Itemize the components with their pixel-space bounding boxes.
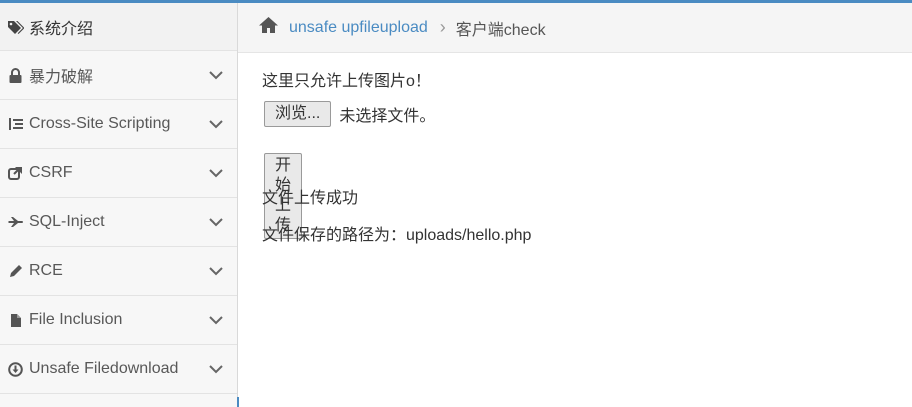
lock-icon <box>7 67 24 83</box>
home-icon[interactable] <box>258 16 279 39</box>
sidebar-item-label: CSRF <box>29 164 73 181</box>
sidebar-item-label: 暴力破解 <box>29 69 94 86</box>
file-input[interactable]: 浏览... 未选择文件。 <box>264 101 435 127</box>
chevron-down-icon[interactable] <box>209 215 223 229</box>
chevron-down-icon[interactable] <box>209 264 223 278</box>
upload-notice: 这里只允许上传图片o！ <box>262 73 431 90</box>
download-circle-icon <box>7 361 24 377</box>
sidebar-item-rce[interactable]: RCE <box>0 247 237 296</box>
breadcrumb-current: 客户端check <box>455 21 546 39</box>
share-external-icon <box>7 166 24 180</box>
sidebar-item-csrf[interactable]: CSRF <box>0 149 237 198</box>
chevron-down-icon[interactable] <box>209 68 223 82</box>
list-tree-icon <box>7 117 24 131</box>
sidebar-item-sql-inject[interactable]: SQL-Inject <box>0 198 237 247</box>
sidebar-item-label: RCE <box>29 262 63 279</box>
chevron-down-icon[interactable] <box>209 313 223 327</box>
browse-button[interactable]: 浏览... <box>264 101 332 127</box>
chevron-down-icon[interactable] <box>209 117 223 131</box>
chevron-down-icon[interactable] <box>209 362 223 376</box>
sidebar-item-brute-force[interactable]: 暴力破解 <box>0 51 237 100</box>
plane-icon <box>7 216 24 228</box>
breadcrumb: unsafe upfileupload › 客户端check <box>238 3 912 53</box>
tags-icon <box>7 20 24 34</box>
pencil-icon <box>7 264 24 278</box>
sidebar-active-accent <box>237 397 239 407</box>
sidebar-item-label: 系统介绍 <box>29 20 94 38</box>
breadcrumb-separator: › <box>439 17 446 37</box>
breadcrumb-section-link[interactable]: unsafe upfileupload <box>289 19 428 37</box>
saved-path-text: 文件保存的路径为：uploads/hello.php <box>262 227 532 244</box>
sidebar-item-label: Unsafe Filedownload <box>29 360 179 377</box>
file-status-text: 未选择文件。 <box>339 108 436 125</box>
upload-result-text: 文件上传成功 <box>262 190 359 207</box>
sidebar: 系统介绍 暴力破解 Cross-Site Scripting CSRF SQL-… <box>0 3 238 407</box>
sidebar-item-label: SQL-Inject <box>29 213 105 230</box>
sidebar-item-intro[interactable]: 系统介绍 <box>0 3 237 51</box>
sidebar-item-file-inclusion[interactable]: File Inclusion <box>0 296 237 345</box>
sidebar-item-unsafe-filedownload[interactable]: Unsafe Filedownload <box>0 345 237 394</box>
sidebar-item-label: Cross-Site Scripting <box>29 115 171 132</box>
sidebar-item-label: File Inclusion <box>29 311 123 328</box>
file-icon <box>7 313 24 328</box>
sidebar-item-xss[interactable]: Cross-Site Scripting <box>0 100 237 149</box>
chevron-down-icon[interactable] <box>209 166 223 180</box>
